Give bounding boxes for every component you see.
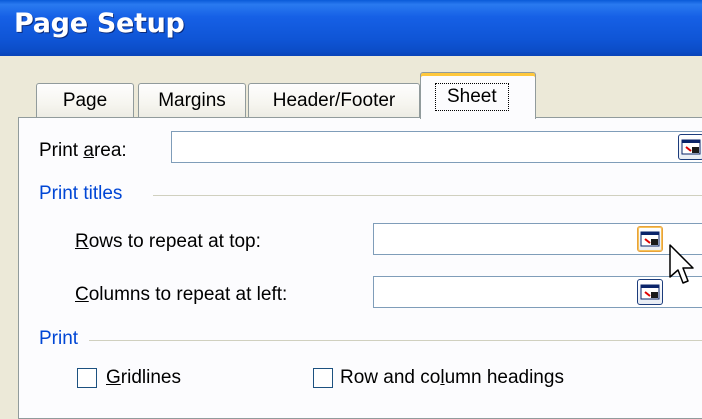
columns-range-select-icon[interactable] [637,279,663,305]
print-area-label: Print area: [39,140,127,161]
tab-header-footer[interactable]: Header/Footer [248,83,420,118]
print-titles-heading: Print titles [39,183,123,204]
print-area-input[interactable] [171,131,702,163]
print-heading: Print [39,328,79,349]
rows-to-repeat-label: Rows to repeat at top: [75,231,261,252]
print-area-range-select-icon[interactable] [678,134,702,160]
print-divider [89,340,702,341]
window-title: Page Setup [14,8,185,39]
tab-header-footer-label: Header/Footer [272,90,396,111]
rows-range-select-icon[interactable] [637,226,663,252]
tab-margins-label: Margins [158,90,226,111]
columns-to-repeat-label: Columns to repeat at left: [75,284,288,305]
row-column-headings-label[interactable]: Row and column headings [340,367,564,389]
tab-sheet-label: Sheet [435,83,509,111]
gridlines-checkbox[interactable] [77,368,97,388]
tab-page[interactable]: Page [36,83,134,118]
row-column-headings-checkbox[interactable] [313,368,333,388]
print-titles-divider [153,195,702,196]
title-bar[interactable]: Page Setup [0,0,702,56]
tab-sheet[interactable]: Sheet [420,72,536,119]
tab-page-label: Page [62,90,108,111]
sheet-tab-panel: Print area: Print titles Rows to repeat … [18,117,702,419]
tab-margins[interactable]: Margins [138,83,246,118]
mouse-pointer-icon [669,244,694,284]
gridlines-label[interactable]: Gridlines [106,367,181,389]
